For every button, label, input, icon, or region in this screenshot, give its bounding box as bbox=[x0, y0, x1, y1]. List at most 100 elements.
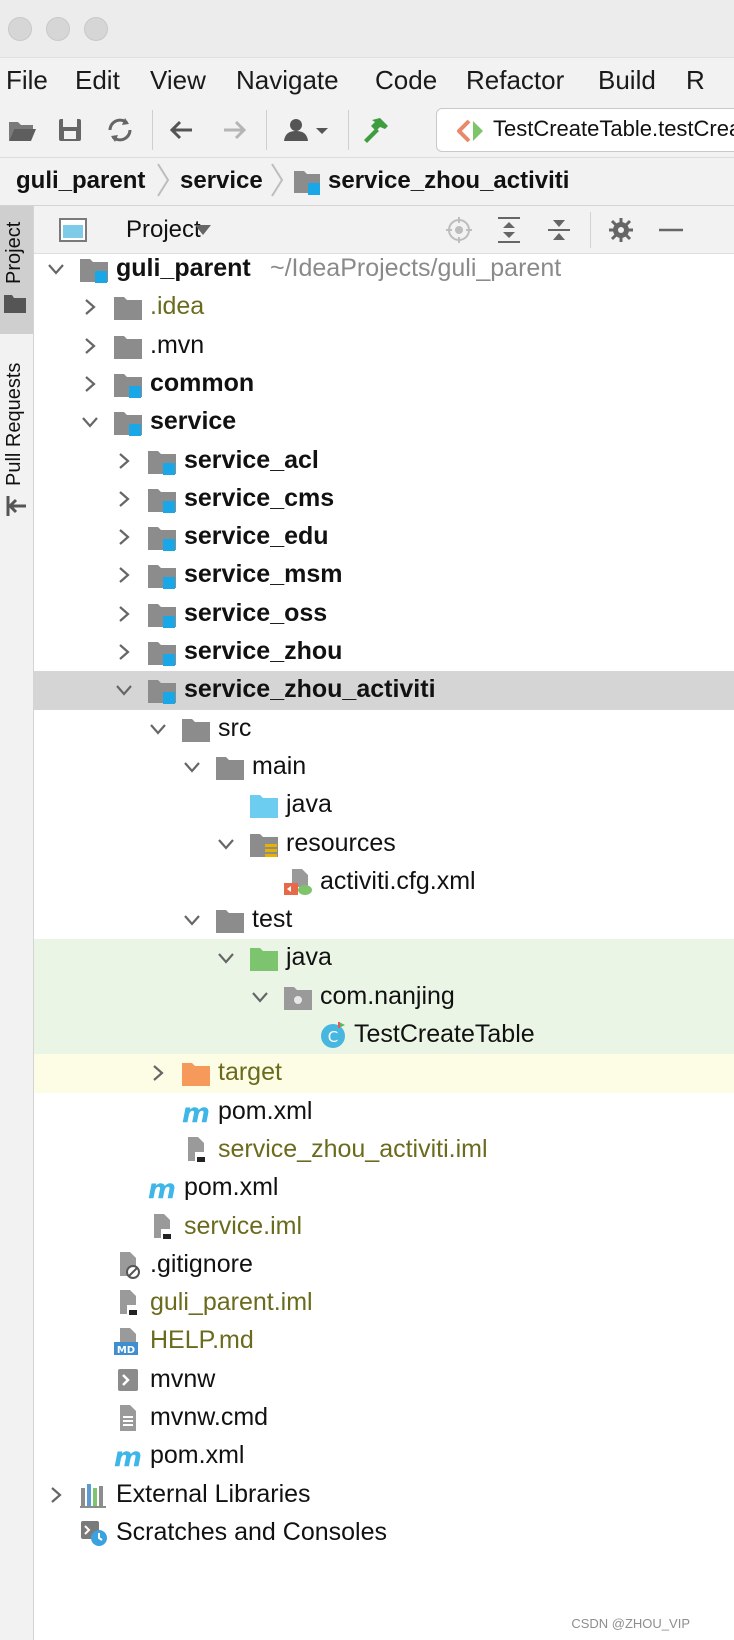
chevron-right-icon[interactable] bbox=[114, 451, 134, 471]
tree-row[interactable]: resources bbox=[34, 825, 734, 863]
tree-row[interactable]: service_cms bbox=[34, 480, 734, 518]
tree-row[interactable]: .idea bbox=[34, 288, 734, 326]
tree-row[interactable]: mvnw bbox=[34, 1361, 734, 1399]
tree-row[interactable]: main bbox=[34, 748, 734, 786]
tree-item-label: service_cms bbox=[184, 483, 335, 512]
test-source-folder-icon bbox=[250, 948, 278, 972]
tree-row[interactable]: m pom.xml bbox=[34, 1169, 734, 1207]
excluded-folder-icon bbox=[182, 1063, 210, 1087]
chevron-down-icon[interactable] bbox=[80, 412, 100, 432]
chevron-right-icon[interactable] bbox=[80, 336, 100, 356]
tree-row[interactable]: service_zhou bbox=[34, 633, 734, 671]
chevron-down-icon[interactable] bbox=[182, 757, 202, 777]
menu-run[interactable]: R bbox=[686, 65, 705, 96]
menu-view[interactable]: View bbox=[150, 65, 206, 96]
tree-row[interactable]: service_zhou_activiti.iml bbox=[34, 1131, 734, 1169]
chevron-right-icon[interactable] bbox=[114, 527, 134, 547]
menu-build[interactable]: Build bbox=[598, 65, 656, 96]
zoom-window-button[interactable] bbox=[84, 17, 108, 41]
main-toolbar: TestCreateTable.testCrea bbox=[0, 102, 734, 158]
tree-row[interactable]: java bbox=[34, 786, 734, 824]
chevron-right-icon[interactable] bbox=[80, 297, 100, 317]
chevron-right-icon[interactable] bbox=[114, 565, 134, 585]
build-hammer-icon[interactable] bbox=[360, 114, 392, 146]
iml-file-icon bbox=[188, 1136, 207, 1164]
select-opened-file-icon[interactable] bbox=[444, 216, 474, 244]
hide-panel-icon[interactable] bbox=[656, 216, 686, 244]
tree-row[interactable]: target bbox=[34, 1054, 734, 1093]
chevron-down-icon[interactable] bbox=[114, 680, 134, 700]
menu-code[interactable]: Code bbox=[375, 65, 437, 96]
chevron-down-icon[interactable] bbox=[182, 910, 202, 930]
tree-row[interactable]: activiti.cfg.xml bbox=[34, 863, 734, 901]
tree-row[interactable]: .gitignore bbox=[34, 1246, 734, 1284]
tree-row[interactable]: guli_parent ~/IdeaProjects/guli_parent bbox=[34, 250, 734, 288]
tree-row[interactable]: C TestCreateTable bbox=[34, 1016, 734, 1055]
collapse-all-icon[interactable] bbox=[544, 216, 574, 244]
tree-row[interactable]: service bbox=[34, 403, 734, 441]
chevron-right-icon[interactable] bbox=[114, 604, 134, 624]
run-config-label: TestCreateTable.testCrea bbox=[493, 116, 734, 141]
toolbar-separator bbox=[348, 110, 349, 150]
breadcrumb-item[interactable]: service bbox=[180, 167, 263, 195]
chevron-right-icon[interactable] bbox=[114, 642, 134, 662]
save-icon[interactable] bbox=[54, 114, 86, 146]
watermark: CSDN @ZHOU_VIP bbox=[571, 1616, 690, 1631]
tree-row[interactable]: service_acl bbox=[34, 442, 734, 480]
tree-row[interactable]: common bbox=[34, 365, 734, 403]
chevron-down-icon[interactable] bbox=[216, 834, 236, 854]
tree-row[interactable]: External Libraries bbox=[34, 1476, 734, 1514]
tree-row[interactable]: m pom.xml bbox=[34, 1437, 734, 1475]
tree-row[interactable]: service_msm bbox=[34, 556, 734, 594]
tree-row[interactable]: MD HELP.md bbox=[34, 1322, 734, 1360]
resources-folder-icon bbox=[250, 833, 278, 857]
chevron-down-icon[interactable] bbox=[250, 987, 270, 1007]
pull-requests-tool-tab[interactable]: Pull Requests bbox=[0, 346, 33, 526]
chevron-down-icon[interactable] bbox=[46, 259, 66, 279]
menu-refactor[interactable]: Refactor bbox=[466, 65, 564, 96]
tree-row-selected[interactable]: service_zhou_activiti bbox=[34, 671, 734, 710]
module-folder-icon bbox=[148, 642, 176, 666]
pull-requests-tab-label: Pull Requests bbox=[3, 362, 25, 486]
tree-row[interactable]: mvnw.cmd bbox=[34, 1399, 734, 1437]
chevron-right-icon[interactable] bbox=[148, 1063, 168, 1083]
menu-edit[interactable]: Edit bbox=[75, 65, 120, 96]
tree-item-label: guli_parent.iml bbox=[150, 1288, 313, 1317]
tree-item-label: mvnw.cmd bbox=[150, 1403, 269, 1431]
close-window-button[interactable] bbox=[8, 17, 32, 41]
module-folder-icon bbox=[114, 373, 142, 398]
tree-row[interactable]: guli_parent.iml bbox=[34, 1284, 734, 1322]
tree-row[interactable]: service_edu bbox=[34, 518, 734, 556]
project-view-selector[interactable]: Project bbox=[126, 216, 201, 244]
chevron-down-icon[interactable] bbox=[194, 223, 212, 237]
project-tool-tab[interactable]: Project bbox=[0, 206, 33, 334]
tree-row[interactable]: com.nanjing bbox=[34, 977, 734, 1016]
tree-row[interactable]: m pom.xml bbox=[34, 1093, 734, 1131]
user-dropdown-icon[interactable] bbox=[280, 114, 336, 146]
tree-row[interactable]: test bbox=[34, 901, 734, 939]
tree-row[interactable]: Scratches and Consoles bbox=[34, 1514, 734, 1552]
breadcrumb-item[interactable]: service_zhou_activiti bbox=[328, 167, 569, 195]
run-configuration-selector[interactable]: TestCreateTable.testCrea bbox=[436, 108, 734, 152]
back-arrow-icon[interactable] bbox=[166, 114, 198, 146]
expand-all-icon[interactable] bbox=[494, 216, 524, 244]
tree-row[interactable]: service.iml bbox=[34, 1208, 734, 1246]
chevron-right-icon[interactable] bbox=[114, 489, 134, 509]
minimize-window-button[interactable] bbox=[46, 17, 70, 41]
tree-row[interactable]: service_oss bbox=[34, 595, 734, 633]
menu-file[interactable]: File bbox=[6, 65, 48, 96]
open-folder-icon[interactable] bbox=[6, 114, 38, 146]
menu-navigate[interactable]: Navigate bbox=[236, 65, 339, 96]
tree-row[interactable]: java bbox=[34, 939, 734, 978]
tree-row[interactable]: src bbox=[34, 710, 734, 748]
sync-icon[interactable] bbox=[104, 114, 136, 146]
tree-row[interactable]: .mvn bbox=[34, 327, 734, 365]
gear-icon[interactable] bbox=[606, 216, 636, 244]
tree-item-label: .gitignore bbox=[150, 1249, 253, 1278]
breadcrumb-item[interactable]: guli_parent bbox=[16, 167, 145, 195]
chevron-down-icon[interactable] bbox=[216, 948, 236, 968]
forward-arrow-icon[interactable] bbox=[218, 114, 250, 146]
chevron-right-icon[interactable] bbox=[80, 374, 100, 394]
chevron-right-icon[interactable] bbox=[46, 1485, 66, 1505]
chevron-down-icon[interactable] bbox=[148, 719, 168, 739]
